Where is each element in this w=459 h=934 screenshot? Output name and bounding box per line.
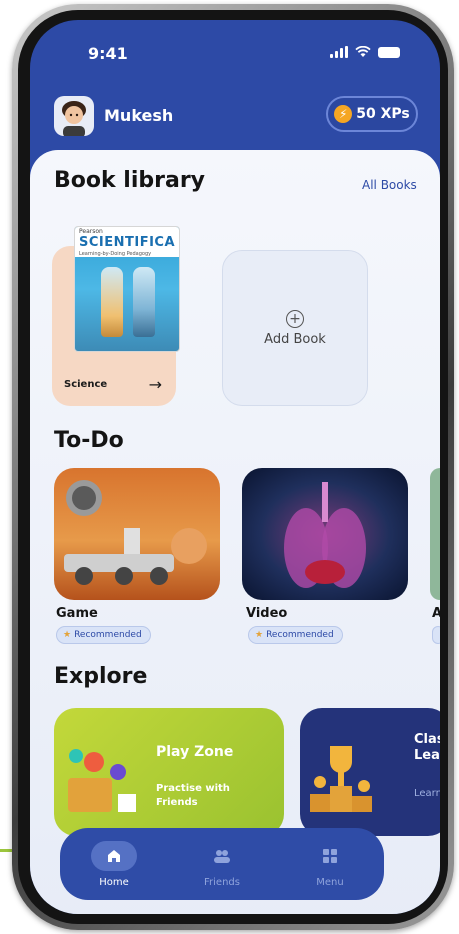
book-cover: Pearson SCIENTIFICA Learning-by-Doing Pe… xyxy=(74,226,180,352)
nav-label-menu: Menu xyxy=(316,876,344,888)
app-screen: 9:41 Mukesh ⚡ 50 XPs Book library All Bo… xyxy=(30,20,440,914)
book-label: Science xyxy=(64,379,108,390)
status-icons xyxy=(330,46,400,58)
avatar[interactable] xyxy=(54,96,94,136)
classroom-title: Clas Lea xyxy=(414,732,440,763)
all-books-link[interactable]: All Books xyxy=(362,178,417,192)
profile-row: Mukesh ⚡ 50 XPs xyxy=(54,92,418,140)
todo-label-game: Game xyxy=(56,606,98,621)
cover-subtitle: Learning-by-Doing Pedagogy xyxy=(79,251,152,257)
nav-friends[interactable]: Friends xyxy=(182,841,262,888)
xp-badge[interactable]: ⚡ 50 XPs xyxy=(326,96,418,132)
nav-label-friends: Friends xyxy=(204,876,240,888)
add-book-button[interactable]: + Add Book xyxy=(222,250,368,406)
plus-circle-icon: + xyxy=(286,309,304,328)
recommended-badge: ★ Recommended xyxy=(56,626,151,644)
badge-label: Recommended xyxy=(266,630,334,640)
trophy-image xyxy=(310,746,372,812)
todo-card-video[interactable] xyxy=(242,468,408,600)
todo-title: To-Do xyxy=(54,428,124,453)
explore-title: Explore xyxy=(54,664,148,689)
menu-icon xyxy=(323,848,337,863)
main-content: Book library All Books Pearson SCIENTIFI… xyxy=(30,150,440,914)
todo-card-partial[interactable] xyxy=(430,468,440,600)
classroom-subtitle: Learn xyxy=(414,788,440,799)
friends-icon xyxy=(214,849,230,863)
battery-icon xyxy=(378,46,400,58)
play-zone-title: Play Zone xyxy=(156,744,234,760)
play-zone-card[interactable]: Play Zone Practise with Friends xyxy=(54,708,284,836)
add-book-label: Add Book xyxy=(264,331,326,347)
lungs-image xyxy=(284,482,366,588)
arrow-right-icon[interactable]: → xyxy=(149,375,162,394)
todo-label-video: Video xyxy=(246,606,288,621)
badge-label: Recommended xyxy=(74,630,142,640)
cover-title: SCIENTIFICA xyxy=(79,235,176,250)
book-library-title: Book library xyxy=(54,168,206,193)
cover-brand: Pearson xyxy=(79,228,103,235)
nav-label-home: Home xyxy=(99,876,129,888)
recommended-badge: ★ Recommended xyxy=(248,626,343,644)
recommended-badge xyxy=(432,626,440,644)
bottom-nav: Home Friends Menu xyxy=(60,828,384,900)
star-icon: ★ xyxy=(255,630,264,640)
wifi-icon xyxy=(355,46,371,57)
signal-icon xyxy=(330,46,348,58)
play-zone-image xyxy=(68,749,136,812)
nav-home[interactable]: Home xyxy=(74,840,154,888)
home-icon xyxy=(108,849,120,862)
bottle-image xyxy=(133,267,155,337)
xp-label: 50 XPs xyxy=(356,106,410,122)
classroom-card[interactable]: Clas Lea Learn xyxy=(300,708,440,836)
todo-card-game[interactable] xyxy=(54,468,220,600)
play-zone-subtitle: Practise with Friends xyxy=(156,783,230,808)
nav-menu[interactable]: Menu xyxy=(290,841,370,888)
book-card[interactable]: Pearson SCIENTIFICA Learning-by-Doing Pe… xyxy=(52,226,180,406)
rover-image xyxy=(64,480,207,585)
todo-label-partial: A xyxy=(432,606,440,621)
user-name: Mukesh xyxy=(104,106,174,125)
bottle-image xyxy=(101,267,123,337)
star-icon: ★ xyxy=(63,630,72,640)
lightning-icon: ⚡ xyxy=(334,105,353,123)
status-time: 9:41 xyxy=(88,44,128,63)
status-bar: 9:41 xyxy=(30,20,440,90)
